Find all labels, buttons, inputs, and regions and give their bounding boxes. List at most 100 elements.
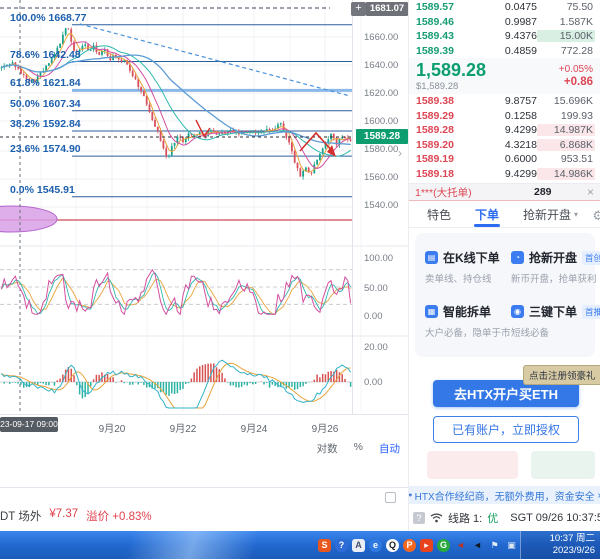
amount-cell: 0.4859 [468,45,537,57]
divider [0,487,408,488]
gear-icon[interactable]: ⚙ [592,208,600,224]
connection-status-bar: ? 线路 1: 优 SGT 09/26 10:37:5 [409,504,600,531]
price-cell: 1589.39 [416,45,468,57]
feature-grid: ▤在K线下单卖单线、持仓线◔抢新开盘首创新币开盘，抢单获利▦智能拆单大户必备，隐… [415,233,595,357]
browser-icon[interactable]: e [369,539,382,552]
bid-row[interactable]: 1589.189.429914.986K [409,167,600,182]
authorize-button[interactable]: 已有账户，立即授权 [433,416,579,443]
media-icon[interactable]: ▸ [420,539,433,552]
axis-tick-label: 1660.00 [364,32,398,43]
axis-tick-label: 1540.00 [364,200,398,211]
total-cell: 14.987K [537,124,595,136]
price-cell: 1589.29 [416,110,468,122]
big-order-row[interactable]: 1***(大托单) 289 × [409,183,600,201]
system-tray: S? AeQP ▸ G ◄ ◄ ⚑ ▣ [318,531,518,559]
big-order-label: 1***(大托单) [415,185,534,200]
feature-智能拆单[interactable]: ▦智能拆单大户必备，隐单于市 [425,303,511,339]
feature-抢新开盘[interactable]: ◔抢新开盘首创新币开盘，抢单获利 [511,249,600,285]
fib-level-label[interactable]: 61.8% 1621.84 [10,77,81,89]
add-order-plus-button[interactable]: + [351,2,366,16]
fib-level-label[interactable]: 50.0% 1607.34 [10,98,81,110]
new-listing-icon: ◔ [511,251,524,264]
last-price: 1,589.28 [416,61,486,79]
network-icon[interactable]: ▣ [505,539,518,552]
total-cell: 953.51 [537,153,595,165]
feature-在K线下单[interactable]: ▤在K线下单卖单线、持仓线 [425,249,500,285]
scale-controls: 对数 % 自动 [0,441,400,456]
taskbar-highlight [110,531,290,559]
auto-scale-toggle[interactable]: 自动 [379,441,400,456]
fib-level-label[interactable]: 23.6% 1574.90 [10,143,81,155]
smart-split-icon: ▦ [425,305,438,318]
windows-taskbar: S? AeQP ▸ G ◄ ◄ ⚑ ▣ 10:37 周二 2023/9/26 [0,531,600,559]
bid-row[interactable]: 1589.290.1258199.93 [409,109,600,124]
ask-row[interactable]: 1589.570.047575.50 [409,0,600,15]
ask-row[interactable]: 1589.390.4859772.28 [409,44,600,59]
tab-下单[interactable]: 下单 [475,202,499,227]
feature-badge: 首创 [582,251,600,265]
change-percent: +0.05% [559,64,593,75]
last-price-usd: $1,589.28 [416,81,486,92]
bid-row[interactable]: 1589.289.429914.987K [409,123,600,138]
axis-scroll-chevron[interactable]: › [398,146,402,160]
amount-cell: 9.8757 [468,95,537,107]
line-label[interactable]: 线路 1: [448,510,482,526]
register-gift-tooltip: 点击注册领豪礼 [523,365,600,385]
ask-row[interactable]: 1589.460.99871.587K [409,15,600,30]
fib-level-label[interactable]: 0.0% 1545.91 [10,184,75,196]
tab-抢新开盘[interactable]: 抢新开盘▾ [523,202,578,227]
bid-row[interactable]: 1589.190.6000953.51 [409,152,600,167]
pdd-icon[interactable]: P [403,539,416,552]
axis-tick-label: 50.00 [364,283,388,294]
price-cell: 1589.57 [416,1,468,13]
total-cell: 1.587K [537,16,595,28]
bid-row[interactable]: 1589.389.875715.696K [409,94,600,109]
axis-tick-label: 0.00 [364,311,383,322]
volume-red-icon[interactable]: ◄ [454,539,467,552]
fib-level-label[interactable]: 38.2% 1592.84 [10,118,81,130]
flag-icon[interactable]: ⚑ [488,539,501,552]
broker-banner[interactable]: HTX合作经纪商，无额外费用，资金安全 › [409,486,600,504]
green-app-icon[interactable]: G [437,539,450,552]
last-price-block[interactable]: 1,589.28 $1,589.28 +0.05%+0.86 [409,58,600,94]
time-axis[interactable]: 23-09-17 09:00 9月209月229月249月26 [0,414,408,438]
trading-app-window: 100.0% 1668.77 78.6% 1642.48 61.8% 1621.84… [0,0,600,559]
tab-特色[interactable]: 特色 [427,202,451,227]
help-icon[interactable]: ? [413,512,425,524]
feature-title: 在K线下单 [443,249,500,266]
log-scale-toggle[interactable]: 对数 [317,441,338,456]
qq-icon[interactable]: Q [386,539,399,552]
amount-cell: 0.9987 [468,16,537,28]
fib-level-label[interactable]: 100.0% 1668.77 [10,12,86,24]
total-cell: 75.50 [537,1,595,13]
help-tray-icon[interactable]: ? [335,539,348,552]
date-label: 9月20 [99,420,126,435]
feature-三键下单[interactable]: ◉三键下单首推短线必备 [511,303,600,339]
price-cell: 1589.43 [416,30,468,42]
total-cell: 199.93 [537,110,595,122]
sogou-icon[interactable]: S [318,539,331,552]
axis-tick-label: 1640.00 [364,60,398,71]
price-cell: 1589.18 [416,168,468,180]
tab-label: 特色 [427,206,451,223]
axis-tick-label: 1580.00 [364,144,398,155]
close-icon[interactable]: × [578,185,594,199]
fullscreen-icon[interactable] [385,492,396,503]
ask-row[interactable]: 1589.439.437615.00K [409,29,600,44]
buy-button-faded[interactable] [427,451,518,479]
crosshair-date-tooltip: 23-09-17 09:00 [0,417,58,432]
tab-label: 抢新开盘 [523,206,571,223]
sell-button-faded[interactable] [531,451,595,479]
order-book: 1589.570.047575.501589.460.99871.587K158… [409,0,600,181]
amount-cell: 9.4376 [468,30,537,42]
change-absolute: +0.86 [559,76,593,88]
percent-scale-toggle[interactable]: % [354,441,363,456]
bid-row[interactable]: 1589.204.32186.868K [409,138,600,153]
otc-premium-info: DT 场外 ¥7.37 溢价 +0.83% [0,508,152,524]
taskbar-clock[interactable]: 10:37 周二 2023/9/26 [520,531,600,559]
otc-label: DT 场外 [0,508,41,524]
total-cell: 772.28 [537,45,595,57]
fib-level-label[interactable]: 78.6% 1642.48 [10,49,81,61]
ime-icon[interactable]: A [352,539,365,552]
volume-icon[interactable]: ◄ [471,539,484,552]
